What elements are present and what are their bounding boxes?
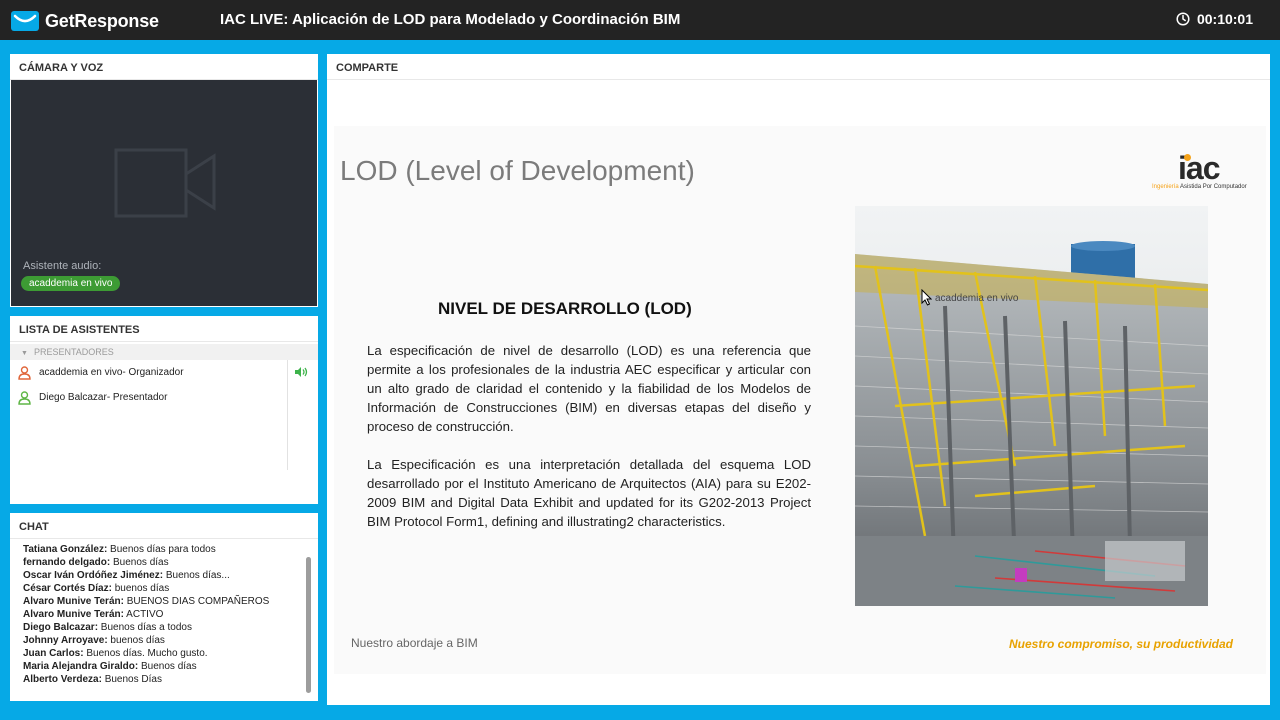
- chat-sender: Johnny Arroyave:: [23, 635, 108, 646]
- chat-text: Buenos días: [110, 557, 169, 568]
- chat-panel: CHAT Tatiana González: Buenos días para …: [10, 513, 318, 701]
- chat-message: Maria Alejandra Giraldo: Buenos días: [23, 660, 318, 673]
- camera-panel: CÁMARA Y VOZ Asistente audio: acaddemia …: [10, 54, 318, 307]
- logo-tagline: Ingeniería Asistida Por Computador: [1152, 184, 1247, 190]
- session-timer: 00:10:01: [1176, 11, 1253, 27]
- slide-footer-right: Nuestro compromiso, su productividad: [1008, 637, 1233, 651]
- chat-text: Buenos días para todos: [107, 544, 216, 555]
- brand: GetResponse: [11, 10, 159, 32]
- getresponse-logo-icon: [11, 11, 39, 31]
- chat-message: Alvaro Munive Terán: BUENOS DIAS COMPAÑE…: [23, 595, 318, 608]
- shared-slide: LOD (Level of Development) iac Ingenierí…: [334, 126, 1266, 674]
- iac-logo: iac Ingeniería Asistida Por Computador: [1152, 150, 1256, 192]
- brand-name: GetResponse: [45, 10, 159, 31]
- presenter-cursor-label: acaddemia en vivo: [935, 293, 1019, 304]
- chat-message: fernando delgado: Buenos días: [23, 556, 318, 569]
- share-panel-title: COMPARTE: [327, 54, 1270, 80]
- audio-label: Asistente audio:: [23, 260, 102, 272]
- chat-message: Johnny Arroyave: buenos días: [23, 634, 318, 647]
- presenters-group-header[interactable]: ▼ PRESENTADORES: [10, 344, 318, 360]
- slide-paragraph-1: La especificación de nivel de desarrollo…: [367, 343, 811, 434]
- chat-message-list: Tatiana González: Buenos días para todos…: [10, 539, 318, 686]
- logo-tagline-rest: Asistida Por Computador: [1178, 184, 1247, 190]
- chat-text: Buenos días: [138, 661, 197, 672]
- attendee-name: Diego Balcazar: [39, 392, 107, 403]
- slide-title: LOD (Level of Development): [340, 155, 695, 186]
- chat-text: buenos días: [107, 635, 165, 646]
- chat-sender: Alvaro Munive Terán:: [23, 609, 124, 620]
- chat-message: Alvaro Munive Terán: ACTIVO: [23, 608, 318, 621]
- chat-sender: fernando delgado:: [23, 557, 111, 568]
- attendees-panel: LISTA DE ASISTENTES ▼ PRESENTADORES acadd…: [10, 316, 318, 504]
- chat-scrollbar-thumb[interactable]: [306, 557, 311, 693]
- attendees-divider: [287, 360, 288, 470]
- share-panel: COMPARTE LOD (Level of Development) iac …: [327, 54, 1270, 705]
- chat-sender: Juan Carlos:: [23, 648, 84, 659]
- chat-text: Buenos Días: [101, 674, 162, 685]
- attendee-role: - Presentador: [106, 392, 168, 403]
- chat-sender: Alvaro Munive Terán:: [23, 596, 124, 607]
- camera-off-icon: [114, 148, 216, 218]
- attendee-row[interactable]: acaddemia en vivo - Organizador: [10, 360, 318, 385]
- chat-message: Alberto Verdeza: Buenos Días: [23, 673, 318, 686]
- presenters-group-label: PRESENTADORES: [33, 347, 114, 357]
- presenter-user-icon: [18, 390, 31, 405]
- chat-message: Tatiana González: Buenos días para todos: [23, 543, 318, 556]
- chat-message: Oscar Iván Ordóñez Jiménez: Buenos días.…: [23, 569, 318, 582]
- chat-text: Buenos días...: [163, 570, 230, 581]
- attendee-row[interactable]: Diego Balcazar - Presentador: [10, 385, 318, 410]
- event-title: IAC LIVE: Aplicación de LOD para Modelad…: [220, 11, 681, 28]
- chat-message: Juan Carlos: Buenos días. Mucho gusto.: [23, 647, 318, 660]
- chat-text: buenos días: [111, 583, 170, 594]
- slide-footer-left: Nuestro abordaje a BIM: [351, 636, 478, 650]
- top-bar: GetResponse IAC LIVE: Aplicación de LOD …: [0, 0, 1280, 40]
- chat-sender: Maria Alejandra Giraldo:: [23, 661, 139, 672]
- slide-heading: NIVEL DE DESARROLLO (LOD): [438, 299, 692, 318]
- chat-sender: Alberto Verdeza:: [23, 674, 102, 685]
- attendee-role: - Organizador: [122, 367, 184, 378]
- timer-value: 00:10:01: [1196, 11, 1253, 27]
- chat-panel-title: CHAT: [10, 513, 318, 539]
- bim-building-image: [855, 206, 1208, 606]
- mouse-pointer-icon: [921, 289, 932, 306]
- slide-paragraph-2: La Especificación es una interpretación …: [367, 457, 811, 529]
- logo-tagline-accent: Ingeniería: [1152, 184, 1179, 190]
- clock-icon: [1176, 12, 1190, 26]
- camera-panel-title: CÁMARA Y VOZ: [10, 54, 318, 80]
- chat-text: ACTIVO: [123, 609, 164, 620]
- chat-message: Diego Balcazar: Buenos días a todos: [23, 621, 318, 634]
- attendee-name: acaddemia en vivo: [39, 367, 123, 378]
- chat-sender: Diego Balcazar:: [23, 622, 99, 633]
- attendees-panel-title: LISTA DE ASISTENTES: [10, 316, 318, 342]
- chat-sender: César Cortés Díaz:: [23, 583, 112, 594]
- speaker-active-icon: [295, 367, 308, 377]
- chat-text: BUENOS DIAS COMPAÑEROS: [123, 596, 270, 607]
- chat-text: Buenos días. Mucho gusto.: [83, 648, 208, 659]
- chat-text: Buenos días a todos: [98, 622, 192, 633]
- collapse-triangle-icon: ▼: [21, 350, 28, 357]
- chat-sender: Oscar Iván Ordóñez Jiménez:: [23, 570, 164, 581]
- camera-view[interactable]: Asistente audio: acaddemia en vivo: [11, 80, 317, 306]
- chat-message: César Cortés Díaz: buenos días: [23, 582, 318, 595]
- organizer-user-icon: [18, 365, 31, 380]
- logo-dot: [1184, 154, 1191, 161]
- audio-user-badge: acaddemia en vivo: [21, 276, 121, 291]
- chat-sender: Tatiana González:: [23, 544, 108, 555]
